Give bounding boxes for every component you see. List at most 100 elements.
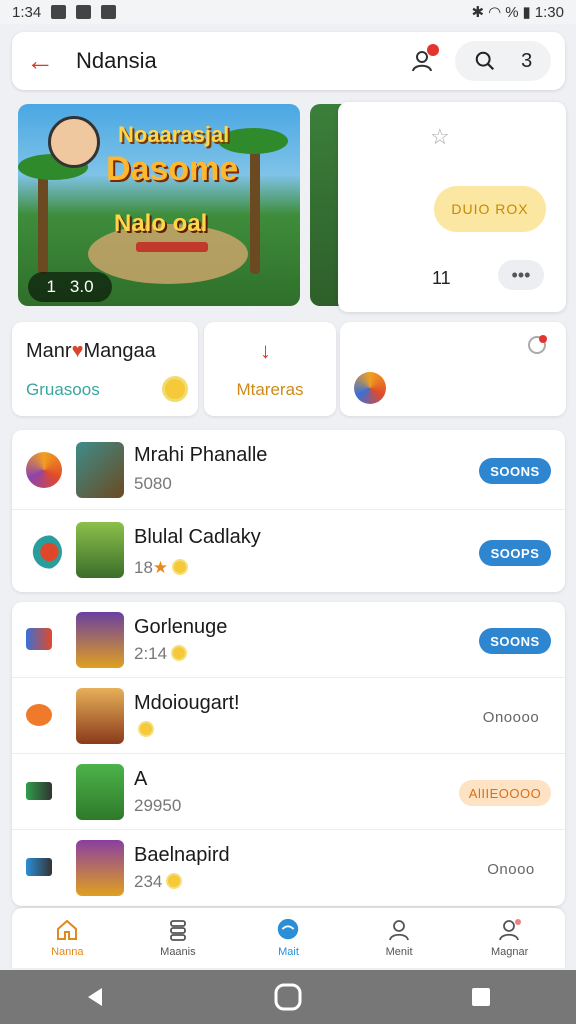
nav-account[interactable]: Magnar bbox=[454, 908, 565, 968]
user-icon bbox=[386, 918, 412, 942]
list-item[interactable]: Mdoiougart! Onoooo bbox=[12, 678, 565, 754]
game-logo-line2: Dasome bbox=[106, 150, 239, 188]
app-bar: ← Ndansia 3 bbox=[12, 32, 565, 90]
coin-icon bbox=[162, 376, 188, 402]
search-pill[interactable]: 3 bbox=[455, 41, 551, 81]
game-thumbnail bbox=[76, 522, 124, 578]
logo-ribbon bbox=[136, 242, 208, 252]
home-circle-icon[interactable] bbox=[273, 982, 303, 1012]
coin-icon bbox=[172, 559, 189, 575]
list-item[interactable]: A 29950 AlIIEOOOO bbox=[12, 754, 565, 830]
list-item[interactable]: Blulal Cadlaky 18★ SOOPS bbox=[12, 510, 565, 592]
hero-banner[interactable]: Noaarasjal Dasome Nalo oal 1 3.0 bbox=[18, 104, 300, 306]
game-thumbnail bbox=[76, 688, 124, 744]
list-item[interactable]: Gorlenuge 2:14 SOONS bbox=[12, 602, 565, 678]
star-icon[interactable]: ☆ bbox=[430, 124, 450, 150]
back-triangle-icon[interactable] bbox=[83, 985, 107, 1009]
coin-icon bbox=[166, 873, 183, 889]
home-icon bbox=[54, 918, 80, 942]
game-thumbnail bbox=[76, 764, 124, 820]
tag-icon bbox=[26, 782, 52, 800]
heart-icon bbox=[26, 704, 52, 726]
game-thumbnail bbox=[76, 840, 124, 896]
item-subtitle-value: 18 bbox=[134, 558, 153, 577]
category-card-right[interactable] bbox=[340, 322, 566, 416]
item-subtitle bbox=[134, 720, 154, 740]
nav-chat-label: Mait bbox=[278, 946, 299, 958]
notification-icon bbox=[51, 5, 67, 19]
search-icon[interactable] bbox=[474, 50, 496, 72]
more-options-button[interactable]: ••• bbox=[498, 260, 544, 290]
image-icon bbox=[76, 5, 92, 19]
category-subtitle: Gruasoos bbox=[26, 380, 100, 399]
game-thumbnail bbox=[76, 612, 124, 668]
game-thumbnail bbox=[76, 442, 124, 498]
pin-icon[interactable] bbox=[528, 335, 547, 354]
item-action-button[interactable]: SOONS bbox=[479, 628, 551, 654]
category-card-middle[interactable]: ↓ Mtareras bbox=[204, 322, 336, 416]
item-action-button[interactable]: SOOPS bbox=[479, 540, 551, 566]
nav-profile[interactable]: Menit bbox=[344, 908, 455, 968]
list-item[interactable]: Mrahi Phanalle 5080 SOONS bbox=[12, 430, 565, 510]
status-time: 1:34 bbox=[12, 3, 42, 21]
item-subtitle: 18★ bbox=[134, 558, 189, 578]
download-arrow-icon: ↓ bbox=[260, 338, 271, 363]
wifi-icon: ◠ bbox=[488, 4, 502, 21]
category-title: Manr♥Mangaa bbox=[26, 340, 156, 363]
status-right-time: 1:30 bbox=[534, 3, 564, 21]
status-bar: 1:34 ✱ ◠ % ▮ 1:30 bbox=[0, 0, 576, 24]
nav-library[interactable]: Maanis bbox=[123, 908, 234, 968]
character-portrait bbox=[48, 116, 100, 168]
user-alert-icon bbox=[497, 918, 523, 942]
game-list-top: Mrahi Phanalle 5080 SOONS Blulal Cadlaky… bbox=[12, 430, 565, 592]
item-subtitle: 29950 bbox=[134, 796, 182, 815]
palm-trunk bbox=[38, 164, 48, 274]
item-title: Blulal Cadlaky bbox=[134, 526, 261, 548]
item-subtitle: 5080 bbox=[134, 474, 172, 493]
item-action-button[interactable]: AlIIEOOOO bbox=[459, 780, 551, 806]
game-logo-line3: Nalo oal bbox=[114, 210, 208, 237]
game-list-bottom: Gorlenuge 2:14 SOONS Mdoiougart! Onoooo … bbox=[12, 602, 565, 906]
coin-icon bbox=[138, 721, 154, 737]
item-action-button[interactable]: Onooo bbox=[471, 856, 551, 882]
banner-badge: 1 3.0 bbox=[28, 272, 112, 302]
toggle-dot-icon bbox=[26, 534, 62, 570]
list-icon bbox=[165, 918, 191, 942]
item-subtitle-value: 234 bbox=[134, 872, 163, 891]
nav-home-label: Nanna bbox=[51, 946, 84, 958]
item-subtitle: 2:14 bbox=[134, 644, 188, 664]
category-label: Mtareras bbox=[236, 380, 304, 399]
list-item[interactable]: Baelnapird 234 Onooo bbox=[12, 830, 565, 906]
battery-icon: ▮ bbox=[522, 4, 531, 21]
nav-library-label: Maanis bbox=[160, 946, 196, 958]
back-arrow-icon[interactable]: ← bbox=[26, 47, 62, 75]
user-notification-button[interactable] bbox=[407, 44, 439, 76]
pill-count[interactable]: 3 bbox=[521, 50, 532, 73]
category-card-manga[interactable]: Manr♥Mangaa Gruasoos bbox=[12, 322, 198, 416]
game-logo-line1: Noaarasjal bbox=[118, 122, 230, 147]
chat-bubble-icon bbox=[275, 918, 301, 942]
nav-chat[interactable]: Mait bbox=[233, 908, 344, 968]
nav-account-label: Magnar bbox=[491, 946, 529, 958]
featured-side-card: ☆ DUIO ROX 11 ••• bbox=[338, 102, 566, 312]
notification-badge bbox=[427, 44, 439, 56]
nav-home[interactable]: Nanna bbox=[12, 908, 123, 968]
item-title: Baelnapird bbox=[134, 844, 230, 866]
item-action-button[interactable]: Onoooo bbox=[471, 704, 551, 730]
promo-button[interactable]: DUIO ROX bbox=[434, 186, 546, 232]
ball-icon bbox=[26, 452, 62, 488]
category-title-part1: Manr bbox=[26, 340, 72, 362]
item-title: Mdoiougart! bbox=[134, 692, 240, 714]
recents-square-icon[interactable] bbox=[469, 985, 493, 1009]
palm-trunk bbox=[250, 144, 260, 274]
bottom-navigation: Nanna Maanis Mait Menit Magnar bbox=[12, 908, 565, 968]
tag-icon bbox=[26, 858, 52, 876]
battery-percent: % bbox=[505, 3, 519, 21]
item-action-button[interactable]: SOONS bbox=[479, 458, 551, 484]
coin-icon bbox=[171, 645, 188, 661]
bluetooth-icon: ✱ bbox=[471, 4, 485, 21]
item-title: Mrahi Phanalle bbox=[134, 444, 268, 466]
game-ball-icon bbox=[354, 372, 386, 404]
item-subtitle: 234 bbox=[134, 872, 183, 892]
item-title: A bbox=[134, 768, 148, 790]
